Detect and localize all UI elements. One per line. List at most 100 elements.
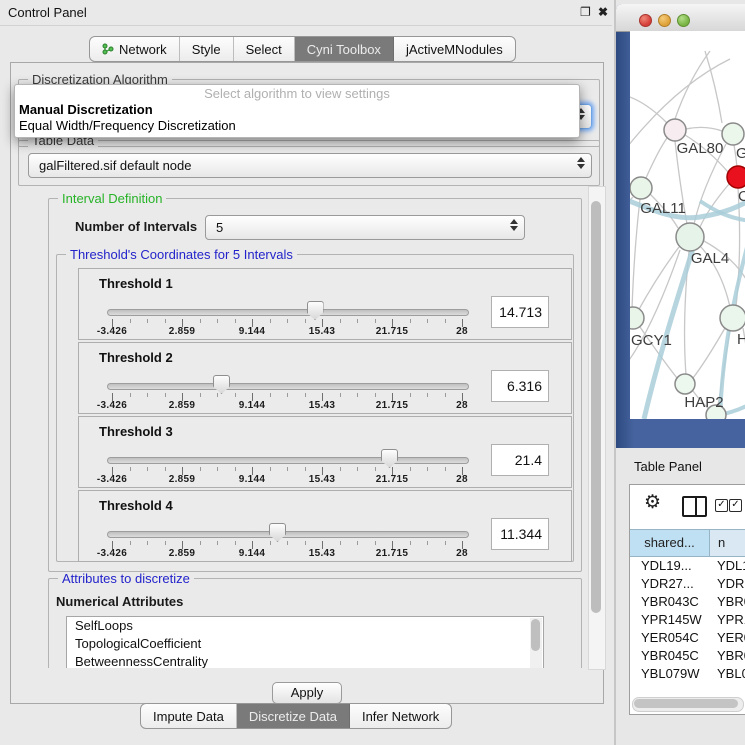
- threshold-value-input[interactable]: [491, 444, 549, 476]
- table-row[interactable]: YER054CYER0: [630, 629, 745, 647]
- node-top-right[interactable]: [722, 123, 744, 145]
- numerical-attributes-list[interactable]: SelfLoopsTopologicalCoefficientBetweenne…: [66, 616, 544, 668]
- attributes-scrollbar[interactable]: [530, 618, 542, 668]
- label-gcy1: GCY1: [631, 332, 672, 349]
- attribute-list-item[interactable]: BetweennessCentrality: [67, 653, 543, 668]
- close-traffic-light[interactable]: [639, 14, 652, 27]
- main-scrollbar-thumb[interactable]: [591, 201, 601, 613]
- label-right: C: [738, 188, 745, 205]
- table-header-row: shared... n: [630, 529, 745, 557]
- threshold-value-input[interactable]: [491, 518, 549, 550]
- cell-shared-name: YDL19...: [630, 557, 717, 575]
- tab-discretize-data[interactable]: Discretize Data: [237, 704, 350, 728]
- tab-jactivemnodules[interactable]: jActiveMNodules: [394, 37, 515, 61]
- network-window-titlebar: [616, 4, 745, 32]
- tab-style-label: Style: [192, 42, 221, 57]
- node-gcy1[interactable]: [630, 307, 644, 329]
- window-title: Control Panel: [8, 5, 87, 20]
- threshold-panel: Threshold 2-3.4262.8599.14415.4321.71528: [78, 342, 572, 414]
- tab-network[interactable]: Network: [90, 37, 180, 61]
- number-of-intervals-label: Number of Intervals: [75, 219, 197, 234]
- node-h[interactable]: [720, 305, 745, 331]
- tab-impute-data[interactable]: Impute Data: [141, 704, 237, 728]
- table-horizontal-scrollbar[interactable]: [632, 697, 744, 712]
- table-horizontal-scrollbar-thumb[interactable]: [634, 699, 738, 708]
- attribute-items: SelfLoopsTopologicalCoefficientBetweenne…: [67, 617, 543, 668]
- tab-discretize-data-label: Discretize Data: [249, 709, 337, 724]
- minimize-traffic-light[interactable]: [658, 14, 671, 27]
- table-row[interactable]: YBR045CYBR0: [630, 647, 745, 665]
- attributes-scrollbar-thumb[interactable]: [531, 619, 540, 651]
- cell-shared-name: YBR045C: [630, 647, 717, 665]
- main-scrollbar[interactable]: [588, 186, 606, 670]
- cell-name: YBR0: [717, 593, 745, 611]
- threshold-slider-track[interactable]: [107, 383, 469, 390]
- threshold-slider-thumb[interactable]: [269, 523, 286, 542]
- table-row[interactable]: YBR043CYBR0: [630, 593, 745, 611]
- close-window-icon[interactable]: ✖: [598, 5, 608, 19]
- label-top-right: GA: [736, 145, 745, 162]
- node-gal11[interactable]: [630, 177, 652, 199]
- gear-icon: ⚙: [644, 492, 661, 513]
- algorithm-option-equal-width[interactable]: Equal Width/Frequency Discretization: [15, 118, 579, 134]
- tab-impute-data-label: Impute Data: [153, 709, 224, 724]
- threshold-slider-thumb[interactable]: [213, 375, 230, 394]
- table-data-combobox[interactable]: galFiltered.sif default node: [28, 153, 592, 178]
- threshold-label: Threshold 2: [99, 350, 173, 365]
- table-row[interactable]: YBL079WYBL0: [630, 665, 745, 683]
- cell-name: YDR2: [717, 575, 745, 593]
- label-gal11: GAL11: [640, 200, 686, 217]
- label-gal80: GAL80: [677, 140, 724, 157]
- interval-definition-title: Interval Definition: [58, 192, 166, 205]
- settings-scroll-area: Interval Definition Number of Intervals …: [14, 186, 586, 668]
- algorithm-popup-prompt: Select algorithm to view settings: [15, 85, 579, 102]
- table-settings-button[interactable]: ⚙: [644, 493, 661, 512]
- checkbox-icon-2[interactable]: ✓: [729, 499, 742, 512]
- threshold-value-input[interactable]: [491, 296, 549, 328]
- column-header-shared-name[interactable]: shared...: [630, 529, 710, 557]
- threshold-slider-track[interactable]: [107, 309, 469, 316]
- node-gal80[interactable]: [664, 119, 686, 141]
- cell-shared-name: YPR145W: [630, 611, 717, 629]
- tab-select[interactable]: Select: [234, 37, 295, 61]
- number-of-intervals-combobox[interactable]: 5: [205, 215, 525, 240]
- threshold-label: Threshold 1: [99, 276, 173, 291]
- numerical-attributes-label: Numerical Attributes: [56, 594, 183, 609]
- threshold-slider-thumb[interactable]: [307, 301, 324, 320]
- node-hap2[interactable]: [675, 374, 695, 394]
- table-row[interactable]: YDR27...YDR2: [630, 575, 745, 593]
- tab-select-label: Select: [246, 42, 282, 57]
- node-red-selected[interactable]: [727, 166, 745, 188]
- attribute-list-item[interactable]: SelfLoops: [67, 617, 543, 635]
- float-window-icon[interactable]: ❐: [580, 5, 591, 19]
- split-columns-icon[interactable]: [682, 496, 707, 517]
- checkbox-icon-1[interactable]: ✓: [715, 499, 728, 512]
- table-panel-window: ⚙ ✓ ✓ shared... n YDL19...YDL1YDR27...YD…: [629, 484, 745, 715]
- column-header-name[interactable]: n: [710, 529, 745, 557]
- threshold-slider-track[interactable]: [107, 531, 469, 538]
- threshold-value-input[interactable]: [491, 370, 549, 402]
- table-row[interactable]: YDL19...YDL1: [630, 557, 745, 575]
- attribute-list-item[interactable]: TopologicalCoefficient: [67, 635, 543, 653]
- apply-button[interactable]: Apply: [272, 682, 342, 704]
- zoom-traffic-light[interactable]: [677, 14, 690, 27]
- tab-cyni-toolbox[interactable]: Cyni Toolbox: [295, 37, 394, 61]
- threshold-panel: Threshold 1-3.4262.8599.14415.4321.71528: [78, 268, 572, 340]
- cell-shared-name: YBL079W: [630, 665, 717, 683]
- node-gal4[interactable]: [676, 223, 704, 251]
- tab-cyni-toolbox-label: Cyni Toolbox: [307, 42, 381, 57]
- cell-shared-name: YBR043C: [630, 593, 717, 611]
- combo-stepper-icon: [577, 157, 585, 169]
- network-canvas[interactable]: GAL80 GA C GAL11 GAL4 GCY1 H HAP2: [630, 31, 745, 419]
- control-panel-titlebar: Control Panel ❐ ✖: [0, 0, 612, 26]
- table-rows[interactable]: YDL19...YDL1YDR27...YDR2YBR043CYBR0YPR14…: [630, 557, 745, 683]
- cell-name: YPR1: [717, 611, 745, 629]
- algorithm-option-manual[interactable]: Manual Discretization: [15, 102, 579, 118]
- tab-infer-network[interactable]: Infer Network: [350, 704, 451, 728]
- tab-jactivemnodules-label: jActiveMNodules: [406, 42, 503, 57]
- threshold-slider-track[interactable]: [107, 457, 469, 464]
- tab-style[interactable]: Style: [180, 37, 234, 61]
- threshold-slider-thumb[interactable]: [381, 449, 398, 468]
- cell-shared-name: YER054C: [630, 629, 717, 647]
- table-row[interactable]: YPR145WYPR1: [630, 611, 745, 629]
